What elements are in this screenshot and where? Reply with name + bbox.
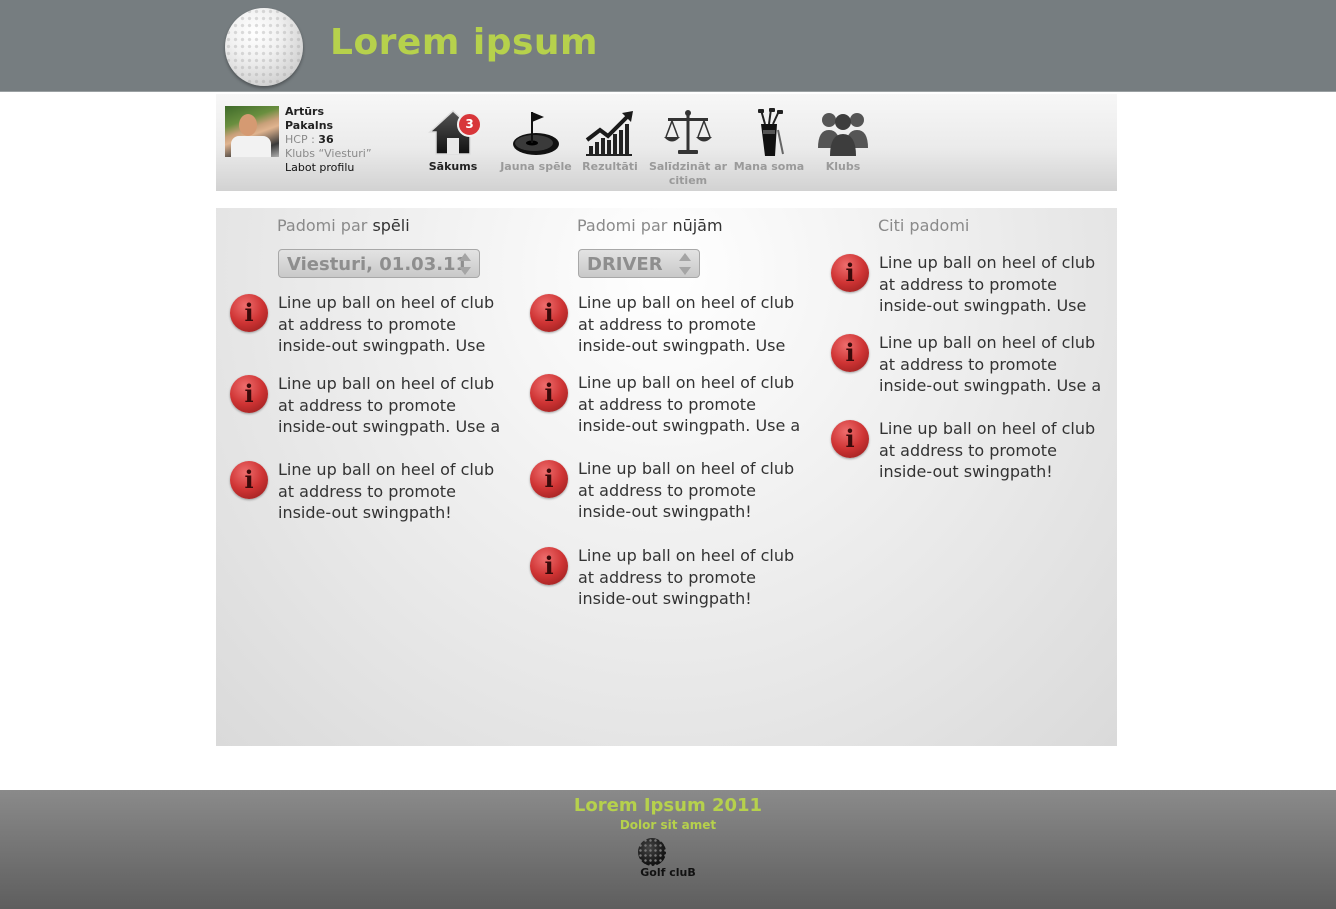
club-select[interactable]: DRIVER: [578, 249, 700, 278]
tip-text: Line up ball on heel of club at address …: [879, 333, 1102, 395]
nav-item-bag[interactable]: Mana soma: [729, 108, 809, 174]
game-select-value: Viesturi, 01.03.11: [287, 254, 469, 275]
tips-panel: Padomi par spēli Viesturi, 01.03.11 i Li…: [216, 208, 1117, 746]
game-select[interactable]: Viesturi, 01.03.11: [278, 249, 480, 278]
avatar[interactable]: [225, 106, 279, 157]
nav-label-results: Rezultāti: [582, 160, 638, 173]
info-icon: i: [530, 294, 568, 332]
column-title-prefix: Padomi par: [577, 216, 668, 235]
info-icon: i: [230, 294, 268, 332]
golf-hole-icon: [513, 112, 559, 155]
info-icon: i: [230, 375, 268, 413]
nav-label-compare: Salīdzināt ar citiem: [648, 160, 728, 187]
footer-title: Lorem Ipsum 2011: [573, 795, 763, 816]
chart-arrow-icon: [585, 111, 633, 156]
group-icon: [818, 113, 868, 156]
select-arrows-icon: [459, 253, 471, 275]
tip-text: Line up ball on heel of club at address …: [278, 374, 501, 436]
notification-badge: 3: [457, 112, 482, 137]
nav-item-clubs[interactable]: Klubs: [803, 108, 883, 174]
nav-item-home[interactable]: 3 Sākums: [413, 108, 493, 174]
profile-info: Artūrs Pakalns HCP : 36 Klubs “Viesturi”…: [285, 105, 372, 175]
profile-club: Klubs “Viesturi”: [285, 147, 372, 160]
site-footer: Lorem Ipsum 2011 Dolor sit amet Golf clu…: [0, 790, 1336, 909]
column-title-game: Padomi par spēli: [277, 216, 410, 235]
column-title-emphasis: spēli: [372, 216, 410, 235]
golf-bag-icon: [758, 108, 784, 156]
tip-text: Line up ball on heel of club at address …: [879, 419, 1096, 481]
tip-text: Line up ball on heel of club at address …: [578, 293, 795, 355]
nav-label-new-game: Jauna spēle: [500, 160, 572, 173]
column-title-clubs: Padomi par nūjām: [577, 216, 723, 235]
site-header: Lorem ipsum: [0, 0, 1336, 92]
tip-text: Line up ball on heel of club at address …: [278, 293, 495, 355]
club-select-value: DRIVER: [587, 254, 663, 275]
tip-text: Line up ball on heel of club at address …: [578, 546, 795, 608]
info-icon: i: [530, 460, 568, 498]
column-title-prefix: Citi padomi: [878, 216, 970, 235]
info-icon: i: [831, 420, 869, 458]
profile-first-name: Artūrs: [285, 105, 324, 118]
select-arrows-icon: [679, 253, 691, 275]
tip-text: Line up ball on heel of club at address …: [578, 373, 801, 435]
profile-last-name: Pakalns: [285, 119, 334, 132]
nav-item-compare[interactable]: Salīdzināt ar citiem: [648, 108, 728, 188]
footer-subtitle: Dolor sit amet: [619, 818, 717, 832]
column-title-other: Citi padomi: [878, 216, 969, 235]
tip-text: Line up ball on heel of club at address …: [278, 460, 495, 522]
tip-text: Line up ball on heel of club at address …: [578, 459, 795, 521]
nav-bar: Artūrs Pakalns HCP : 36 Klubs “Viesturi”…: [216, 94, 1117, 191]
footer-logo-text: Golf cluB: [640, 866, 696, 879]
info-icon: i: [530, 374, 568, 412]
info-icon: i: [530, 547, 568, 585]
edit-profile-link[interactable]: Labot profilu: [285, 161, 372, 175]
nav-item-results[interactable]: Rezultāti: [570, 108, 650, 174]
info-icon: i: [831, 254, 869, 292]
nav-label-home: Sākums: [428, 160, 478, 173]
nav-item-new-game[interactable]: Jauna spēle: [496, 108, 576, 174]
site-title: Lorem ipsum: [330, 22, 599, 63]
hcp-label: HCP :: [285, 133, 315, 146]
info-icon: i: [831, 334, 869, 372]
scales-icon: [664, 110, 712, 154]
tip-text: Line up ball on heel of club at address …: [879, 253, 1096, 315]
info-icon: i: [230, 461, 268, 499]
hcp-row: HCP : 36: [285, 133, 334, 146]
nav-label-clubs: Klubs: [825, 160, 861, 173]
hcp-value: 36: [318, 133, 334, 146]
golf-ball-logo: [225, 8, 303, 86]
nav-label-bag: Mana soma: [733, 160, 805, 173]
column-title-prefix: Padomi par: [277, 216, 368, 235]
golf-club-logo-icon: [638, 838, 666, 866]
column-title-emphasis: nūjām: [672, 216, 723, 235]
